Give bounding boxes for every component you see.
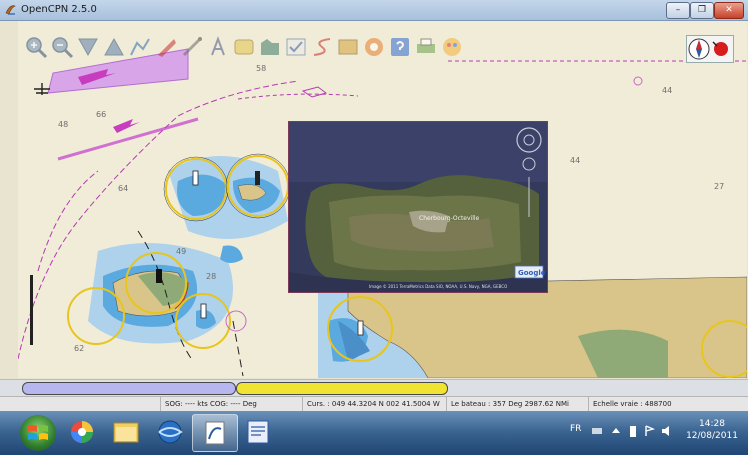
- minimize-button[interactable]: –: [666, 2, 690, 19]
- picasa-app[interactable]: [60, 414, 104, 450]
- settings-icon[interactable]: [284, 35, 308, 59]
- show-hidden-icons-icon[interactable]: [612, 428, 620, 433]
- status-bar: SOG: ---- kts COG: ---- Deg Curs. : 049 …: [0, 396, 748, 411]
- taskbar: FR 14:28 12/08/2011: [0, 411, 748, 455]
- depth-label: 44: [662, 86, 672, 95]
- current-icon[interactable]: [232, 35, 256, 59]
- windows-logo-icon: [28, 425, 48, 440]
- volume-icon[interactable]: [662, 426, 669, 436]
- chart-bar-icon[interactable]: [336, 35, 360, 59]
- shallow-water: [220, 245, 243, 263]
- sog-cog-field: SOG: ---- kts COG: ---- Deg: [160, 397, 305, 411]
- keyboard-icon[interactable]: [592, 428, 602, 434]
- battery-icon[interactable]: [630, 426, 636, 437]
- imagery-credit: Image © 2011 TerraMetrics Data SIO, NOAA…: [369, 284, 507, 289]
- folder-icon: [113, 422, 139, 443]
- print-icon[interactable]: [414, 35, 438, 59]
- piano-key-chart[interactable]: [22, 382, 236, 395]
- word-icon: [247, 420, 269, 444]
- opencpn-globe-app[interactable]: [148, 414, 192, 450]
- document-icon: [205, 421, 225, 445]
- word-app[interactable]: [236, 414, 280, 450]
- openoffice-app[interactable]: [192, 414, 238, 452]
- ais-icon[interactable]: [362, 35, 386, 59]
- cursor-position-field: Curs. : 049 44.3204 N 002 41.5004 W: [302, 397, 449, 411]
- satellite-overlay[interactable]: Cherbourg-Octeville Google Image © 2011 …: [288, 121, 548, 293]
- clock-time[interactable]: 14:28: [682, 419, 742, 429]
- mob-icon[interactable]: [154, 35, 178, 59]
- picasa-icon: [71, 421, 93, 443]
- zoom-out-icon[interactable]: [50, 35, 74, 59]
- window-title: OpenCPN 2.5.0: [21, 4, 97, 15]
- town-label: Cherbourg-Octeville: [419, 215, 480, 222]
- satellite-image: Cherbourg-Octeville Google Image © 2011 …: [289, 122, 547, 292]
- compass-icon: [688, 38, 728, 60]
- depth-label: 66: [96, 110, 106, 119]
- tray-icons: [592, 425, 669, 437]
- restore-button[interactable]: ❐: [690, 2, 714, 19]
- depth-label: 48: [58, 120, 68, 129]
- chart-piano-bar: [0, 379, 748, 396]
- close-button[interactable]: ✕: [714, 2, 744, 19]
- language-indicator[interactable]: FR: [570, 424, 581, 434]
- scale-down-icon[interactable]: [76, 35, 100, 59]
- text-icon[interactable]: [206, 35, 230, 59]
- measure-icon[interactable]: [180, 35, 204, 59]
- traffic-boundary: [237, 93, 359, 100]
- file-explorer-app[interactable]: [104, 414, 148, 450]
- bearing-distance-field: Le bateau : 357 Deg 2987.62 NMi: [446, 397, 591, 411]
- route-icon[interactable]: [128, 35, 152, 59]
- opencpn-logo-icon: [5, 5, 16, 15]
- wreck-symbol: [34, 83, 50, 95]
- scale-bar: [30, 275, 33, 345]
- depth-label: 62: [74, 344, 84, 353]
- depth-label: 58: [256, 64, 266, 73]
- depth-label: 27: [714, 182, 724, 191]
- piano-key-chart[interactable]: [236, 382, 448, 395]
- compass-widget[interactable]: [686, 35, 734, 63]
- depth-label: 64: [118, 184, 128, 193]
- scale-up-icon[interactable]: [102, 35, 126, 59]
- help-icon[interactable]: [388, 35, 412, 59]
- buoy-marker: [633, 76, 643, 86]
- depth-label: 49: [176, 247, 186, 256]
- title-bar: OpenCPN 2.5.0 – ❐ ✕: [0, 0, 748, 21]
- google-logo: Google: [518, 269, 546, 277]
- track-icon[interactable]: [310, 35, 334, 59]
- depth-label: 44: [570, 156, 580, 165]
- chart-scale-field: Echelle vraie : 488700: [588, 397, 747, 411]
- depth-label: 28: [206, 272, 216, 281]
- globe-icon: [158, 420, 183, 444]
- traffic-arrow: [113, 119, 140, 133]
- traffic-boundary: [37, 170, 99, 272]
- tide-icon[interactable]: [258, 35, 282, 59]
- chart-canvas[interactable]: 58 44 48 66 64 44 27 49 28 62 Cherbourg-…: [18, 21, 747, 378]
- light-sector-marker: [301, 86, 328, 98]
- action-center-flag-icon[interactable]: [645, 425, 656, 436]
- zoom-in-icon[interactable]: [24, 35, 48, 59]
- color-scheme-icon[interactable]: [440, 35, 464, 59]
- clock-date[interactable]: 12/08/2011: [682, 431, 742, 441]
- system-tray: FR 14:28 12/08/2011: [560, 411, 748, 455]
